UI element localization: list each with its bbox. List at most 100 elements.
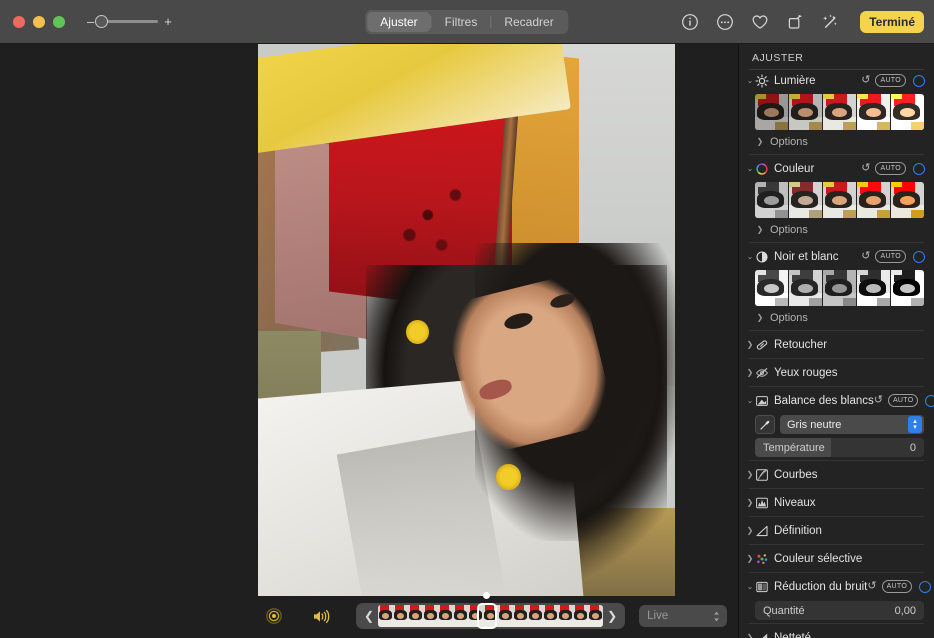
done-button[interactable]: Terminé: [860, 11, 924, 33]
adjust-section-courbes[interactable]: ❯Courbes: [739, 464, 934, 485]
preset-thumbnail-strip[interactable]: [755, 182, 924, 218]
filmstrip-frame[interactable]: [558, 605, 573, 627]
revert-icon[interactable]: ↺: [861, 251, 870, 262]
live-photo-filmstrip[interactable]: ❮ ❯: [356, 603, 625, 629]
filmstrip-frame[interactable]: [588, 605, 603, 627]
rotate-icon[interactable]: [786, 13, 804, 31]
preset-thumbnail[interactable]: [823, 182, 856, 218]
info-icon[interactable]: [681, 13, 699, 31]
maximize-window-button[interactable]: [53, 16, 65, 28]
section-enable-toggle[interactable]: [925, 395, 934, 407]
zoom-slider-control[interactable]: – +: [87, 15, 172, 28]
noise-amount-slider[interactable]: Quantité0,00: [755, 601, 924, 620]
adjust-section-selective[interactable]: ❯Couleur sélective: [739, 548, 934, 569]
preset-thumbnail[interactable]: [755, 270, 788, 306]
preset-thumbnail[interactable]: [789, 270, 822, 306]
disclosure-expanded-icon[interactable]: ⌄: [745, 165, 755, 173]
zoom-out-label[interactable]: –: [87, 15, 94, 28]
live-photo-badge[interactable]: [266, 608, 282, 624]
disclosure-collapsed-icon[interactable]: ❯: [745, 527, 755, 535]
options-row-couleur[interactable]: ❯Options: [739, 220, 934, 239]
adjust-section-bruit[interactable]: ⌄Réduction du bruit↺AUTO: [739, 576, 934, 597]
filmstrip-frame[interactable]: [423, 605, 438, 627]
section-enable-toggle[interactable]: [913, 251, 925, 263]
tab-filtres[interactable]: Filtres: [432, 12, 491, 32]
filmstrip-frame[interactable]: [438, 605, 453, 627]
adjust-section-definition[interactable]: ❯Définition: [739, 520, 934, 541]
preset-thumbnail[interactable]: [755, 182, 788, 218]
section-enable-toggle[interactable]: [913, 163, 925, 175]
disclosure-expanded-icon[interactable]: ⌄: [745, 397, 755, 405]
zoom-slider-knob[interactable]: [95, 15, 108, 28]
options-row-lumiere[interactable]: ❯Options: [739, 132, 934, 151]
disclosure-collapsed-icon[interactable]: ❯: [755, 138, 765, 146]
preset-thumbnail-strip[interactable]: [755, 270, 924, 306]
adjust-section-lumiere[interactable]: ⌄Lumière↺AUTO: [739, 70, 934, 91]
disclosure-collapsed-icon[interactable]: ❯: [755, 226, 765, 234]
options-row-noiretblanc[interactable]: ❯Options: [739, 308, 934, 327]
disclosure-expanded-icon[interactable]: ⌄: [745, 253, 755, 261]
filmstrip-frame[interactable]: [408, 605, 423, 627]
adjust-section-couleur[interactable]: ⌄Couleur↺AUTO: [739, 158, 934, 179]
preset-thumbnail[interactable]: [891, 182, 924, 218]
filmstrip-frame[interactable]: [543, 605, 558, 627]
preset-thumbnail[interactable]: [823, 94, 856, 130]
revert-icon[interactable]: ↺: [867, 581, 876, 592]
disclosure-collapsed-icon[interactable]: ❯: [745, 341, 755, 349]
section-enable-toggle[interactable]: [913, 75, 925, 87]
edited-photo[interactable]: [258, 44, 675, 596]
revert-icon[interactable]: ↺: [861, 75, 870, 86]
auto-button[interactable]: AUTO: [875, 162, 906, 175]
eyedropper-button[interactable]: [755, 415, 775, 434]
stepper-updown-icon[interactable]: ▴▾: [908, 416, 922, 433]
auto-button[interactable]: AUTO: [882, 580, 913, 593]
adjust-section-yeuxrouges[interactable]: ❯Yeux rouges: [739, 362, 934, 383]
zoom-slider-track[interactable]: [100, 20, 158, 23]
disclosure-collapsed-icon[interactable]: ❯: [745, 369, 755, 377]
filmstrip-frame[interactable]: [453, 605, 468, 627]
white-balance-mode-select[interactable]: Gris neutre▴▾: [780, 415, 924, 434]
auto-button[interactable]: AUTO: [875, 74, 906, 87]
filmstrip-frame[interactable]: [573, 605, 588, 627]
favorite-heart-icon[interactable]: [751, 13, 769, 31]
live-mode-select[interactable]: Live: [639, 605, 727, 627]
filmstrip-frame[interactable]: [378, 605, 393, 627]
section-enable-toggle[interactable]: [919, 581, 931, 593]
preset-thumbnail[interactable]: [789, 94, 822, 130]
filmstrip-frame[interactable]: [513, 605, 528, 627]
disclosure-collapsed-icon[interactable]: ❯: [755, 314, 765, 322]
auto-enhance-wand-icon[interactable]: [821, 13, 839, 31]
revert-icon[interactable]: ↺: [861, 163, 870, 174]
filmstrip-frame[interactable]: [528, 605, 543, 627]
adjust-section-nettete[interactable]: ❯Netteté: [739, 627, 934, 638]
edit-mode-segmented-control[interactable]: Ajuster Filtres Recadrer: [365, 10, 568, 34]
audio-speaker-icon[interactable]: [312, 609, 330, 624]
disclosure-expanded-icon[interactable]: ⌄: [745, 583, 755, 591]
revert-icon[interactable]: ↺: [874, 395, 883, 406]
disclosure-collapsed-icon[interactable]: ❯: [745, 634, 755, 638]
disclosure-collapsed-icon[interactable]: ❯: [745, 499, 755, 507]
preset-thumbnail[interactable]: [891, 94, 924, 130]
more-options-icon[interactable]: [716, 13, 734, 31]
preset-thumbnail[interactable]: [857, 270, 890, 306]
adjust-section-noiretblanc[interactable]: ⌄Noir et blanc↺AUTO: [739, 246, 934, 267]
filmstrip-frame[interactable]: [498, 605, 513, 627]
filmstrip-next-button[interactable]: ❯: [603, 610, 621, 622]
zoom-in-label[interactable]: +: [164, 15, 172, 28]
preset-thumbnail[interactable]: [891, 270, 924, 306]
disclosure-collapsed-icon[interactable]: ❯: [745, 555, 755, 563]
close-window-button[interactable]: [13, 16, 25, 28]
preset-thumbnail[interactable]: [789, 182, 822, 218]
tab-recadrer[interactable]: Recadrer: [491, 12, 566, 32]
preset-thumbnail[interactable]: [857, 94, 890, 130]
preset-thumbnail[interactable]: [823, 270, 856, 306]
preset-thumbnail[interactable]: [857, 182, 890, 218]
auto-button[interactable]: AUTO: [888, 394, 919, 407]
filmstrip-frame[interactable]: [393, 605, 408, 627]
filmstrip-current-frame-handle[interactable]: [477, 603, 497, 629]
preset-thumbnail-strip[interactable]: [755, 94, 924, 130]
adjust-section-balance[interactable]: ⌄Balance des blancs↺AUTO: [739, 390, 934, 411]
adjust-section-retoucher[interactable]: ❯Retoucher: [739, 334, 934, 355]
disclosure-expanded-icon[interactable]: ⌄: [745, 77, 755, 85]
auto-button[interactable]: AUTO: [875, 250, 906, 263]
